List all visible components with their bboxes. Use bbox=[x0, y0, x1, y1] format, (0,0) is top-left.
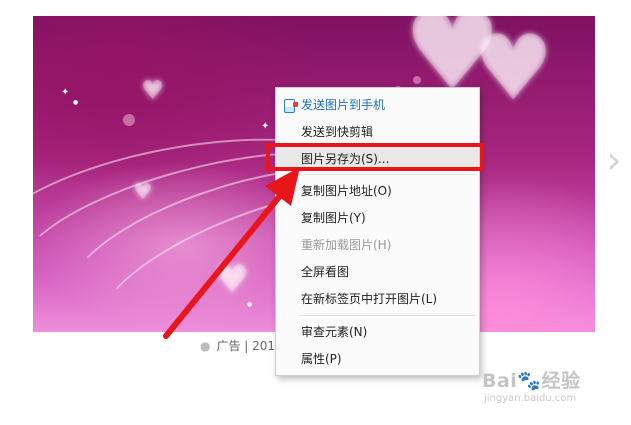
baidu-jingyan-watermark: Bai🐾经验 jingyan.baidu.com bbox=[482, 366, 580, 404]
watermark-brand: Bai🐾经验 bbox=[482, 370, 581, 392]
red-arrow-annotation bbox=[163, 167, 300, 339]
watermark-url: jingyan.baidu.com bbox=[484, 393, 577, 404]
